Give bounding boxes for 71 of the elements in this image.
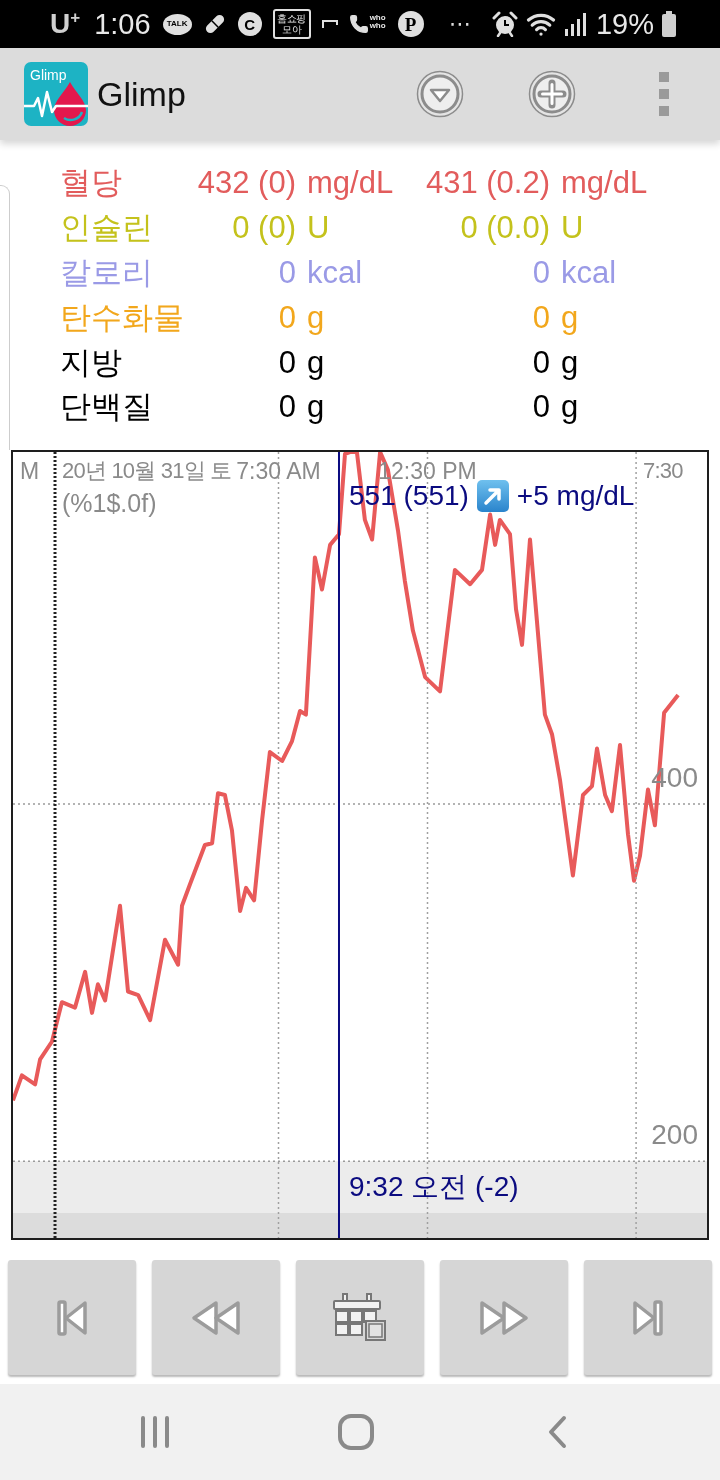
phone-logo-text: who who — [369, 14, 387, 30]
calendar-icon — [332, 1292, 388, 1343]
cursor-time: 9:32 오전 (-2) — [349, 1170, 519, 1205]
date-button[interactable] — [296, 1260, 424, 1375]
nutrient-value: 0 — [278, 388, 296, 427]
nutrient-value: 432 (0) — [197, 164, 296, 203]
nutrient-value: 0 — [278, 298, 296, 337]
logo-text: Glimp — [30, 67, 67, 83]
nutrient-label: 탄수화물 — [60, 298, 185, 337]
nutrient-label: 단백질 — [60, 388, 154, 427]
tv-logo: 홈쇼핑 모아 — [272, 9, 311, 39]
rewind-icon — [190, 1298, 242, 1337]
chat-logo: TALK — [162, 13, 192, 35]
nutrient-unit: U — [307, 209, 330, 248]
carrier-name: U$^{+}$ — [50, 8, 81, 40]
phone-icon — [348, 14, 369, 34]
nutrient-unit: g — [561, 298, 579, 337]
nutrient-unit: g — [307, 343, 325, 382]
axis-label: 7:30 AM — [236, 457, 321, 486]
nutrient-value: 0 — [278, 254, 296, 292]
fast-forward-button[interactable] — [440, 1260, 568, 1375]
nutrient-unit: U — [561, 209, 584, 248]
signal-icon — [563, 12, 588, 36]
cursor-delta: +5 mg/dL — [516, 479, 635, 513]
nutrient-unit: mg/dL — [307, 164, 394, 203]
status-time: 1:06 — [94, 7, 151, 41]
more-notifications: ⋯ — [448, 11, 471, 37]
alarm-clock-icon — [491, 11, 518, 37]
last-button[interactable] — [584, 1260, 712, 1375]
nutrient-value: 0 — [278, 343, 296, 382]
nutrient-unit: kcal — [307, 254, 363, 292]
axis-label: M — [20, 457, 40, 486]
skip-to-start-icon — [55, 1297, 89, 1338]
nutrient-unit: kcal — [561, 254, 617, 292]
nutrient-label: 혈당 — [60, 164, 123, 203]
rewind-button[interactable] — [152, 1260, 280, 1375]
nutrient-label: 칼로리 — [60, 254, 154, 292]
nutrient-unit: g — [307, 298, 325, 337]
nutrient-value: 0 (0) — [232, 209, 296, 248]
circle-triangle-down-icon — [416, 70, 464, 118]
format-label: (%1$.0f) — [62, 488, 157, 518]
nutrient-label: 지방 — [60, 343, 123, 382]
pin-logo: P — [397, 11, 424, 37]
date-label: 20년 10월 31일 토 — [62, 457, 232, 485]
nutrient-value: 0 — [532, 254, 550, 292]
more-vertical-icon — [659, 72, 669, 116]
nutrient-unit: g — [307, 388, 325, 427]
skip-to-end-icon — [631, 1297, 665, 1338]
recent-apps-icon — [139, 1415, 171, 1449]
nutrient-value: 431 (0.2) — [425, 164, 550, 203]
fast-forward-icon — [478, 1298, 530, 1337]
nutrient-unit: g — [561, 388, 579, 427]
battery-icon — [662, 11, 676, 37]
battery-percent: 19% — [595, 7, 654, 41]
coin-logo: C — [237, 12, 262, 36]
circle-plus-icon — [528, 70, 576, 118]
nutrient-value: 0 — [532, 388, 550, 427]
app-title: Glimp — [97, 74, 186, 114]
bracket-icon — [321, 19, 338, 29]
nutrient-unit: mg/dL — [561, 164, 648, 203]
nutrient-value: 0 (0.0) — [460, 209, 550, 248]
nutrient-label: 인슐린 — [60, 209, 154, 248]
pulse-line-icon — [24, 90, 88, 118]
nutrient-unit: g — [561, 343, 579, 382]
home-icon — [338, 1414, 374, 1450]
back-icon — [547, 1415, 567, 1449]
nutrient-value: 0 — [532, 298, 550, 337]
nutrient-value: 0 — [532, 343, 550, 382]
first-button[interactable] — [8, 1260, 136, 1375]
axis-label: 7:30 — [643, 457, 683, 485]
axis-label: 200 — [651, 1118, 698, 1153]
